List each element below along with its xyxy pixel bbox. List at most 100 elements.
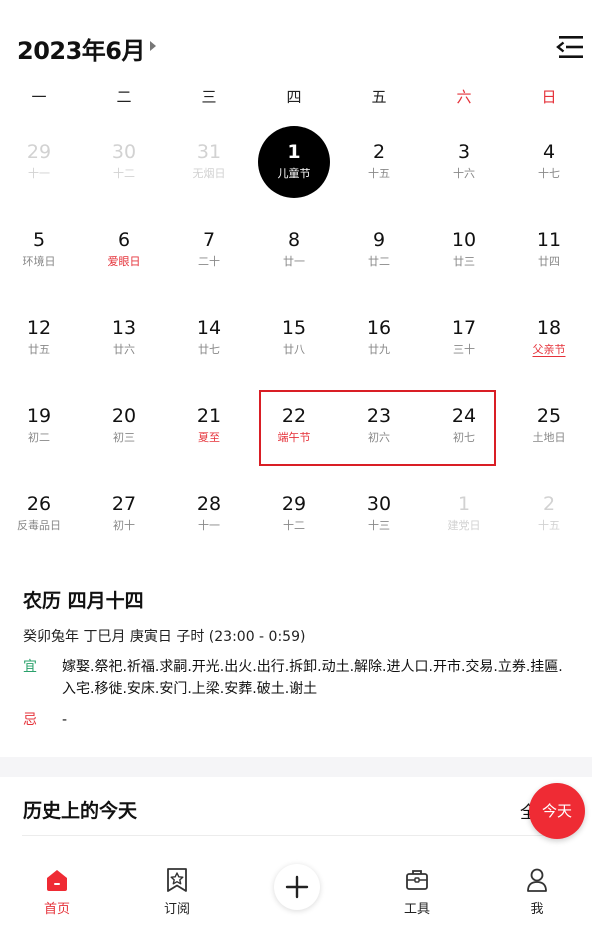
day-cell[interactable]: 31 无烟日 <box>172 125 246 199</box>
day-cell[interactable]: 21 夏至 <box>172 389 246 463</box>
day-number: 9 <box>372 229 386 251</box>
day-number: 4 <box>542 141 556 163</box>
day-number: 16 <box>366 317 392 339</box>
day-number: 11 <box>536 229 562 251</box>
caret-right-icon[interactable] <box>150 41 156 51</box>
calendar-grid: 29 十一 30 十二 31 无烟日 1 儿童节 2 十五 3 十六 4 十七 5 环境日 6 爱眼日 7 二十 8 廿一… <box>0 125 592 565</box>
day-cell[interactable]: 30 十三 <box>342 477 416 551</box>
day-cell[interactable]: 6 爱眼日 <box>87 213 161 287</box>
day-number: 13 <box>111 317 137 339</box>
lunar-day-label: 初十 <box>113 519 135 532</box>
day-number: 10 <box>451 229 477 251</box>
day-cell[interactable]: 9 廿二 <box>342 213 416 287</box>
day-number: 26 <box>26 493 52 515</box>
history-title: 历史上的今天 <box>23 800 138 822</box>
add-button[interactable] <box>274 864 320 910</box>
day-cell[interactable]: 2 十五 <box>342 125 416 199</box>
tab-label: 工具 <box>403 902 430 917</box>
day-cell[interactable]: 22 端午节 <box>257 389 331 463</box>
weekday-label: 二 <box>116 88 132 106</box>
section-divider <box>0 757 592 777</box>
lunar-day-label: 廿六 <box>113 343 135 356</box>
lunar-day-label: 端午节 <box>277 431 311 444</box>
day-cell[interactable]: 14 廿七 <box>172 301 246 375</box>
day-number: 5 <box>32 229 46 251</box>
day-number: 15 <box>281 317 307 339</box>
today-button[interactable]: 今天 <box>529 783 585 839</box>
day-cell[interactable]: 29 十一 <box>2 125 76 199</box>
day-cell[interactable]: 8 廿一 <box>257 213 331 287</box>
day-cell[interactable]: 3 十六 <box>427 125 501 199</box>
day-number: 1 <box>457 493 471 515</box>
day-number: 25 <box>536 405 562 427</box>
month-title[interactable]: 2023年6月 <box>17 31 146 66</box>
day-number: 22 <box>281 405 307 427</box>
day-number: 3 <box>457 141 471 163</box>
header: 2023年6月 <box>0 0 592 80</box>
lunar-day-label: 廿九 <box>368 343 390 356</box>
day-number: 6 <box>117 229 131 251</box>
day-cell[interactable]: 29 十二 <box>257 477 331 551</box>
lunar-day-label: 夏至 <box>198 431 220 444</box>
lunar-day-label: 十一 <box>28 167 50 180</box>
day-cell[interactable]: 2 十五 <box>512 477 586 551</box>
day-cell[interactable]: 24 初七 <box>427 389 501 463</box>
day-cell[interactable]: 23 初六 <box>342 389 416 463</box>
day-cell[interactable]: 26 反毒品日 <box>2 477 76 551</box>
tab-label: 首页 <box>43 902 70 917</box>
day-cell[interactable]: 20 初三 <box>87 389 161 463</box>
weekday-label: 一 <box>31 88 47 106</box>
lunar-day-label: 十五 <box>368 167 390 180</box>
day-number: 18 <box>536 317 562 339</box>
weekday-label: 三 <box>201 88 217 106</box>
day-cell-today[interactable]: 1 儿童节 <box>258 126 330 198</box>
yi-label: 宜 <box>23 659 37 675</box>
tab-home[interactable]: 首页 <box>22 863 92 917</box>
tab-me[interactable]: 我 <box>502 863 572 917</box>
lunar-day-label: 十六 <box>453 167 475 180</box>
lunar-day-label: 十七 <box>538 167 560 180</box>
ji-text: - <box>62 712 68 728</box>
day-cell[interactable]: 5 环境日 <box>2 213 76 287</box>
user-icon <box>527 868 547 892</box>
day-cell[interactable]: 1 建党日 <box>427 477 501 551</box>
day-cell[interactable]: 16 廿九 <box>342 301 416 375</box>
lunar-day-label: 廿八 <box>283 343 305 356</box>
yi-text: 嫁娶.祭祀.祈福.求嗣.开光.出火.出行.拆卸.动土.解除.进人口.开市.交易.… <box>62 659 563 697</box>
day-cell[interactable]: 19 初二 <box>2 389 76 463</box>
weekday-header: 一二三四五六日 <box>0 86 592 108</box>
day-number: 19 <box>26 405 52 427</box>
day-cell[interactable]: 12 廿五 <box>2 301 76 375</box>
day-cell[interactable]: 13 廿六 <box>87 301 161 375</box>
lunar-day-label: 十三 <box>368 519 390 532</box>
day-cell[interactable]: 28 十一 <box>172 477 246 551</box>
yi-row: 宜 嫁娶.祭祀.祈福.求嗣.开光.出火.出行.拆卸.动土.解除.进人口.开市.交… <box>23 656 573 700</box>
day-number: 21 <box>196 405 222 427</box>
day-cell[interactable]: 17 三十 <box>427 301 501 375</box>
day-number: 24 <box>451 405 477 427</box>
day-cell[interactable]: 10 廿三 <box>427 213 501 287</box>
tab-subscribe[interactable]: 订阅 <box>142 863 212 917</box>
bookmark-star-icon <box>167 868 187 892</box>
day-number: 29 <box>26 141 52 163</box>
day-cell[interactable]: 15 廿八 <box>257 301 331 375</box>
ganzhi-line: 癸卯兔年 丁巳月 庚寅日 子时 (23:00 - 0:59) <box>23 629 306 645</box>
day-number: 31 <box>196 141 222 163</box>
tab-label: 订阅 <box>163 902 190 917</box>
weekday-label: 六 <box>456 88 472 106</box>
day-number: 2 <box>542 493 556 515</box>
day-cell[interactable]: 27 初十 <box>87 477 161 551</box>
history-divider <box>22 835 570 836</box>
lunar-day-label: 初二 <box>28 431 50 444</box>
lunar-day-label: 初六 <box>368 431 390 444</box>
day-cell[interactable]: 18 父亲节 <box>512 301 586 375</box>
day-cell[interactable]: 4 十七 <box>512 125 586 199</box>
day-cell[interactable]: 30 十二 <box>87 125 161 199</box>
collapse-menu-icon[interactable] <box>555 33 585 61</box>
lunar-day-label: 建党日 <box>447 519 481 532</box>
ji-row: 忌 - <box>23 709 573 731</box>
tab-tools[interactable]: 工具 <box>382 863 452 917</box>
day-cell[interactable]: 7 二十 <box>172 213 246 287</box>
day-cell[interactable]: 11 廿四 <box>512 213 586 287</box>
day-cell[interactable]: 25 土地日 <box>512 389 586 463</box>
